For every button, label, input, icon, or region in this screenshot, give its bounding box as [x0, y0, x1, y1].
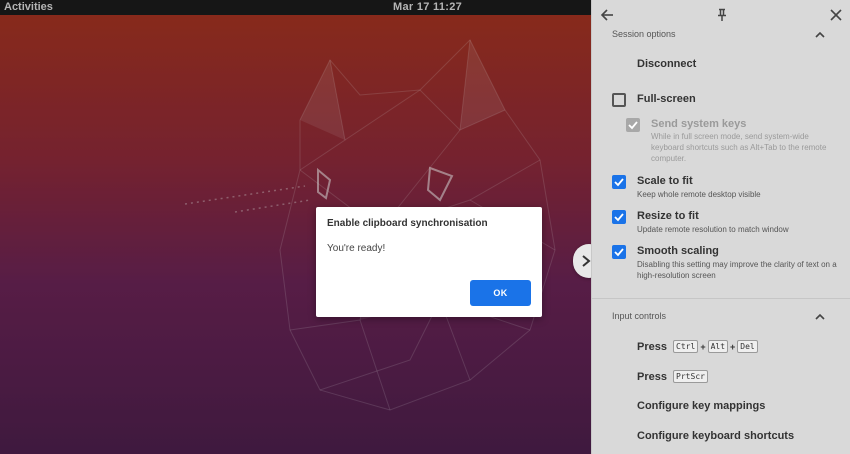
checkmark-icon — [628, 121, 638, 130]
checkmark-icon — [614, 213, 624, 222]
smooth-scaling-checkbox[interactable] — [612, 245, 626, 259]
checkmark-icon — [614, 248, 624, 257]
send-system-keys-label[interactable]: Send system keys — [651, 118, 746, 130]
checkmark-icon — [614, 178, 624, 187]
configure-key-mappings-button[interactable]: Configure key mappings — [637, 400, 765, 412]
chevron-up-icon[interactable] — [815, 313, 825, 320]
disconnect-button[interactable]: Disconnect — [637, 58, 696, 70]
plus-sign: + — [700, 342, 706, 352]
press-label: Press — [637, 341, 667, 353]
scale-to-fit-label[interactable]: Scale to fit — [637, 175, 693, 187]
key-prtscr: PrtScr — [673, 370, 708, 383]
session-options-header[interactable]: Session options — [612, 29, 676, 39]
key-del: Del — [737, 340, 758, 353]
configure-keyboard-shortcuts-button[interactable]: Configure keyboard shortcuts — [637, 430, 794, 442]
scale-to-fit-description: Keep whole remote desktop visible — [637, 190, 761, 199]
send-system-keys-description: While in full screen mode, send system-w… — [651, 132, 827, 163]
press-prtscr-button[interactable]: Press PrtScr — [637, 370, 708, 383]
pin-icon[interactable] — [716, 8, 728, 22]
clipboard-sync-dialog: Enable clipboard synchronisation You're … — [316, 207, 542, 317]
scale-to-fit-checkbox[interactable] — [612, 175, 626, 189]
input-controls-header[interactable]: Input controls — [612, 311, 666, 321]
full-screen-checkbox[interactable] — [612, 93, 626, 107]
plus-sign: + — [730, 342, 736, 352]
resize-to-fit-description: Update remote resolution to match window — [637, 225, 789, 234]
close-icon[interactable] — [830, 9, 842, 21]
key-alt: Alt — [707, 340, 729, 353]
side-panel: Session options Disconnect Full-screen S… — [591, 0, 850, 454]
smooth-scaling-description: Disabling this setting may improve the c… — [637, 260, 837, 280]
send-system-keys-checkbox[interactable] — [626, 118, 640, 132]
dialog-title: Enable clipboard synchronisation — [327, 218, 488, 229]
dialog-message: You're ready! — [327, 243, 386, 254]
key-ctrl: Ctrl — [673, 340, 699, 353]
smooth-scaling-label[interactable]: Smooth scaling — [637, 245, 719, 257]
section-divider — [592, 298, 850, 299]
resize-to-fit-label[interactable]: Resize to fit — [637, 210, 699, 222]
chevron-up-icon[interactable] — [815, 31, 825, 38]
back-arrow-icon[interactable] — [600, 8, 614, 22]
resize-to-fit-checkbox[interactable] — [612, 210, 626, 224]
full-screen-label[interactable]: Full-screen — [637, 93, 696, 105]
press-ctrl-alt-del-button[interactable]: Press Ctrl + Alt + Del — [637, 340, 758, 353]
ok-button[interactable]: OK — [470, 280, 531, 306]
press-label: Press — [637, 371, 667, 383]
